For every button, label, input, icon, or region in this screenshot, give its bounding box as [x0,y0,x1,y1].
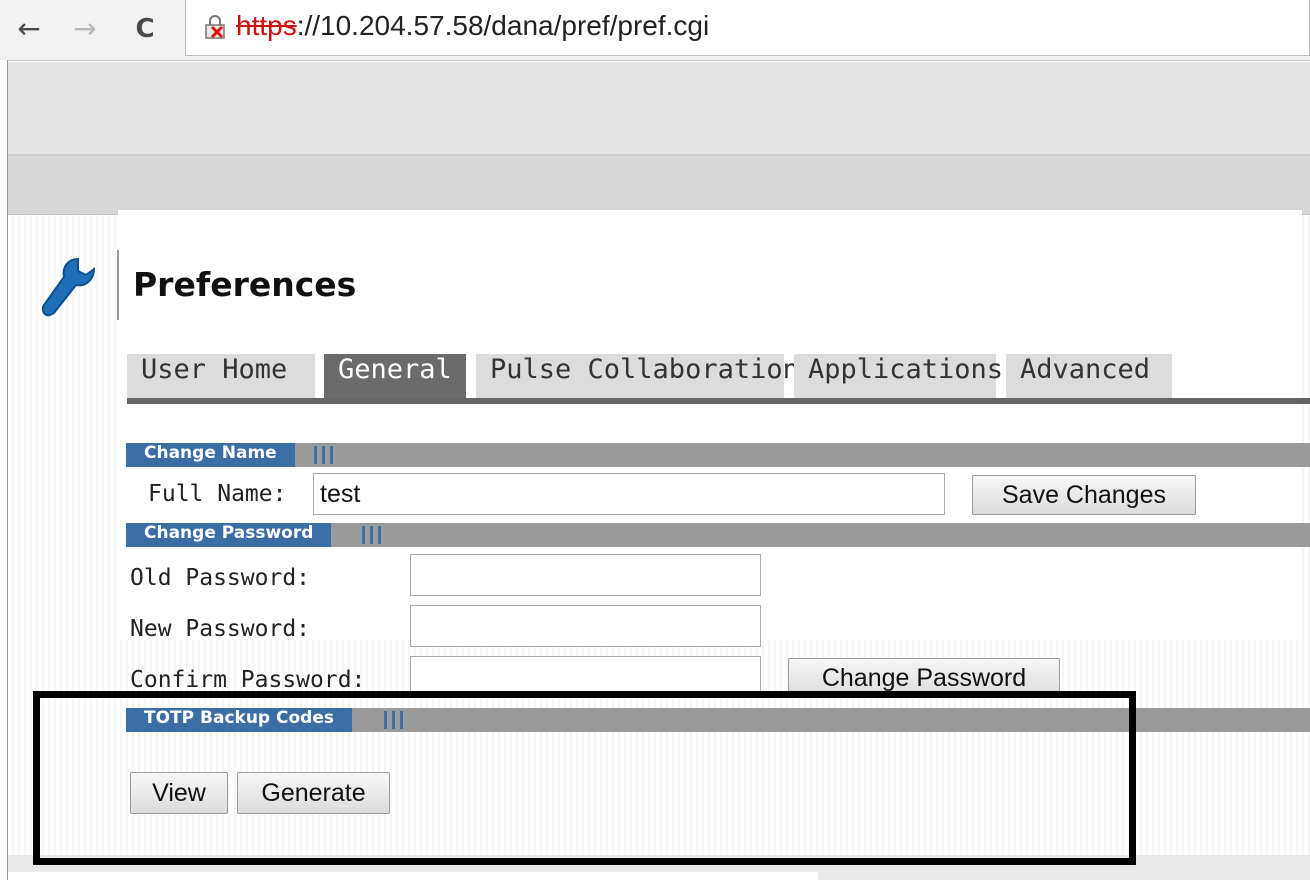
url-path: ://10.204.57.58/dana/pref/pref.cgi [296,10,710,41]
tab-underline [127,398,1310,404]
section-change-password: Change Password [126,523,1310,547]
back-icon[interactable]: ← [12,9,46,49]
section-label: Change Password [126,523,332,547]
tab-pulse-collaboration[interactable]: Pulse Collaboration [476,354,799,398]
new-password-input[interactable] [410,605,761,647]
section-change-name: Change Name [126,443,1310,467]
tab-user-home[interactable]: User Home [127,354,315,398]
highlight-box [33,691,1136,865]
wrench-icon [41,257,96,317]
full-name-label: Full Name: [148,481,287,507]
tab-general[interactable]: General [324,354,466,398]
page-title: Preferences [133,265,357,304]
new-password-label: New Password: [130,616,311,642]
old-password-input[interactable] [410,554,761,596]
broken-lock-icon[interactable] [204,14,226,40]
save-changes-button[interactable]: Save Changes [972,475,1196,515]
url-scheme: https [236,10,297,41]
menu-strip [8,156,1310,215]
full-name-input[interactable] [313,473,945,515]
old-password-label: Old Password: [130,565,311,591]
browser-toolbar: ← → C https://10.204.57.58/dana/pref/pre… [0,0,1310,61]
page-footer-gap [8,872,818,880]
tab-advanced[interactable]: Advanced [1006,354,1172,398]
reload-icon[interactable]: C [128,9,162,49]
confirm-password-label: Confirm Password: [130,667,366,693]
section-label: Change Name [126,443,295,467]
address-bar[interactable]: https://10.204.57.58/dana/pref/pref.cgi [185,0,1310,56]
tab-applications[interactable]: Applications [794,354,1003,398]
toolbar-strip [8,62,1310,156]
forward-icon[interactable]: → [68,9,102,49]
url-text[interactable]: https://10.204.57.58/dana/pref/pref.cgi [236,10,709,42]
title-divider [117,250,119,320]
